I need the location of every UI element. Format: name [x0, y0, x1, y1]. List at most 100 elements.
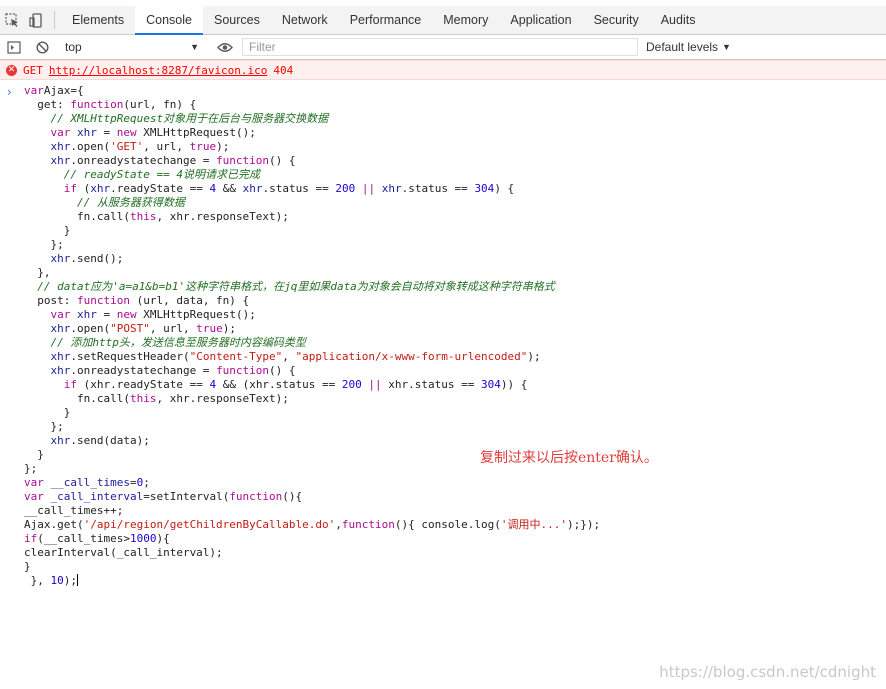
- code-token: };: [24, 238, 64, 251]
- code-line: xhr.onreadystatechange = function() {: [24, 364, 886, 378]
- tab-elements[interactable]: Elements: [61, 6, 135, 34]
- code-token: true: [196, 322, 223, 335]
- show-sidebar-icon[interactable]: [0, 40, 28, 54]
- code-token: =: [129, 476, 137, 489]
- code-token: function: [70, 98, 124, 111]
- code-token: function: [341, 518, 395, 531]
- code-token: )): [500, 378, 515, 391]
- code-line: }: [24, 560, 886, 574]
- code-token: xhr: [24, 322, 71, 335]
- code-token: };: [24, 462, 38, 475]
- code-token: // 从服务器获得数据: [24, 196, 185, 209]
- code-token: '/api/region/getChildrenByCallable.do': [83, 518, 336, 531]
- code-line: }: [24, 224, 886, 238]
- code-token: 200: [341, 378, 362, 391]
- code-token: ) {: [494, 182, 515, 195]
- code-token: // 添加http头，发送信息至服务器时内容编码类型: [24, 336, 306, 349]
- tab-console[interactable]: Console: [135, 6, 203, 35]
- code-token: var: [24, 490, 44, 503]
- tab-application[interactable]: Application: [499, 6, 582, 34]
- code-token: Ajax={: [43, 84, 84, 97]
- code-token: clearInterval(_call_interval);: [24, 546, 223, 559]
- tab-performance[interactable]: Performance: [339, 6, 433, 34]
- code-token: var: [50, 308, 71, 321]
- code-token: "application/x-www-form-urlencoded": [295, 350, 528, 363]
- live-expression-eye-icon[interactable]: [214, 42, 236, 53]
- log-levels-dropdown[interactable]: Default levels ▼: [646, 40, 731, 54]
- code-token: ,: [282, 350, 296, 363]
- inspect-element-icon[interactable]: [0, 6, 24, 34]
- code-line: fn.call(this, xhr.responseText);: [24, 210, 886, 224]
- code-token: }: [24, 224, 71, 237]
- toolbar-divider: [54, 11, 55, 29]
- code-line: if (xhr.readyState == 4 && xhr.status ==…: [24, 182, 886, 196]
- code-token: xhr: [24, 364, 71, 377]
- code-token: .status ==: [401, 182, 475, 195]
- code-token: &&: [216, 182, 243, 195]
- code-token: .setRequestHeader(: [70, 350, 190, 363]
- code-line: xhr.setRequestHeader("Content-Type", "ap…: [24, 350, 886, 364]
- devtools-window: Elements Console Sources Network Performance…: [0, 0, 886, 689]
- code-line: };: [24, 462, 886, 476]
- console-toolbar: top ▼ Filter Default levels ▼: [0, 35, 886, 60]
- code-token: .onreadystatechange =: [70, 154, 217, 167]
- code-token: );: [527, 350, 541, 363]
- code-token: // readyState == 4说明请求已完成: [24, 168, 260, 181]
- code-token: (xhr.readyState ==: [77, 378, 210, 391]
- code-token: Ajax.get(: [24, 518, 84, 531]
- code-line: var __call_times=0;: [24, 476, 886, 490]
- filter-input[interactable]: Filter: [242, 38, 638, 56]
- code-token: .open(: [70, 140, 111, 153]
- code-token: xhr: [70, 126, 97, 139]
- code-token: fn.call(: [24, 210, 130, 223]
- code-token: if: [63, 182, 77, 195]
- console-input-code[interactable]: varAjax={ get: function(url, fn) { // XM…: [24, 84, 886, 588]
- tab-audits[interactable]: Audits: [650, 6, 707, 34]
- code-token: get:: [24, 98, 71, 111]
- tab-network[interactable]: Network: [271, 6, 339, 34]
- code-line: }, 10);: [24, 574, 886, 588]
- code-line: xhr.open("POST", url, true);: [24, 322, 886, 336]
- code-token: .readyState ==: [110, 182, 210, 195]
- code-line: Ajax.get('/api/region/getChildrenByCalla…: [24, 518, 886, 532]
- code-line: xhr.open('GET', url, true);: [24, 140, 886, 154]
- tab-memory[interactable]: Memory: [432, 6, 499, 34]
- code-token: fn.call(: [24, 392, 130, 405]
- log-levels-label: Default levels: [646, 40, 719, 54]
- code-token: 'GET': [110, 140, 144, 153]
- code-token: ;: [143, 476, 150, 489]
- code-line: // XMLHttpRequest对象用于在后台与服务器交换数据: [24, 112, 886, 126]
- code-token: },: [24, 574, 51, 587]
- code-token: xhr: [375, 182, 402, 195]
- code-token: () {: [269, 154, 296, 167]
- code-token: (url, data, fn) {: [129, 294, 250, 307]
- error-url-link[interactable]: http://localhost:8287/favicon.ico: [49, 64, 268, 77]
- code-token: .onreadystatechange =: [70, 364, 217, 377]
- code-token: .status ==: [262, 182, 336, 195]
- code-line: var xhr = new XMLHttpRequest();: [24, 126, 886, 140]
- code-token: true: [189, 140, 217, 153]
- code-line: if(__call_times>1000){: [24, 532, 886, 546]
- code-line: varAjax={: [24, 84, 886, 98]
- console-input-area[interactable]: › varAjax={ get: function(url, fn) { // …: [0, 80, 886, 588]
- context-selector[interactable]: top ▼: [61, 37, 205, 57]
- device-toolbar-icon[interactable]: [24, 6, 48, 34]
- code-token: );: [222, 322, 236, 335]
- console-prompt-chevron-icon: ›: [7, 85, 12, 99]
- console-output[interactable]: ✕ GET http://localhost:8287/favicon.ico …: [0, 60, 886, 689]
- tab-sources[interactable]: Sources: [203, 6, 271, 34]
- code-token: xhr: [70, 308, 97, 321]
- code-token: 304: [481, 378, 501, 391]
- code-token: xhr: [242, 182, 263, 195]
- code-token: 200: [335, 182, 356, 195]
- code-token: );});: [566, 518, 601, 531]
- tab-security[interactable]: Security: [583, 6, 650, 34]
- code-token: var: [24, 84, 44, 97]
- clear-console-icon[interactable]: [28, 40, 56, 54]
- context-value: top: [65, 40, 82, 54]
- code-line: clearInterval(_call_interval);: [24, 546, 886, 560]
